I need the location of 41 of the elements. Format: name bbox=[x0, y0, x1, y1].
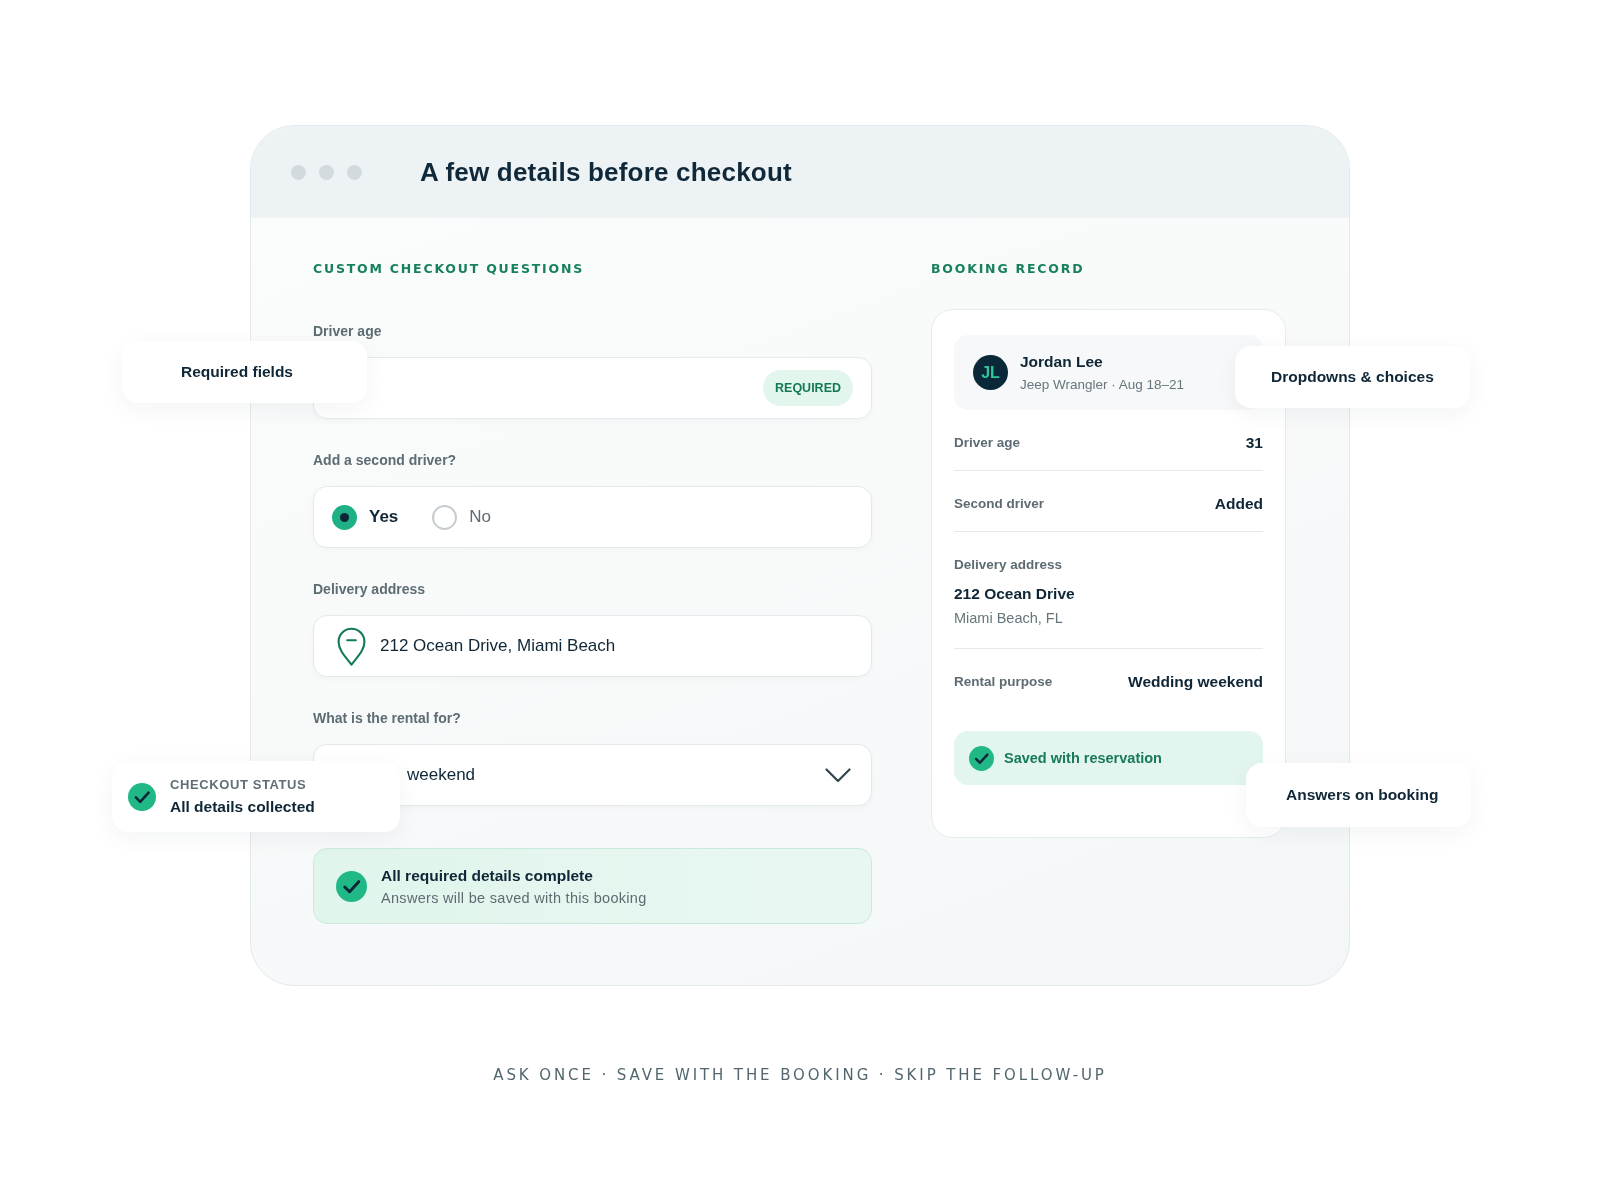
banner-title: All required details complete bbox=[381, 866, 594, 885]
customer-details: Jeep Wrangler · Aug 18–21 bbox=[1020, 377, 1185, 392]
window-dot-icon bbox=[347, 164, 362, 180]
window-dot-icon bbox=[291, 164, 306, 180]
record-value: Added bbox=[1214, 494, 1263, 514]
record-label: Second driver bbox=[954, 495, 1045, 513]
field-label: Driver age bbox=[313, 322, 382, 340]
check-circle-icon bbox=[336, 870, 367, 902]
record-value: 31 bbox=[1245, 433, 1263, 453]
callout-text: Answers on booking bbox=[1286, 786, 1439, 804]
check-circle-icon bbox=[969, 745, 994, 771]
callout-text: Dropdowns & choices bbox=[1271, 368, 1434, 386]
tagline: ASK ONCE · SAVE WITH THE BOOKING · SKIP THE FOLLOW-UP bbox=[493, 1066, 1107, 1084]
field-label: What is the rental for? bbox=[313, 709, 461, 727]
record-label: Delivery address bbox=[954, 556, 1063, 574]
window-title: A few details before checkout bbox=[420, 156, 792, 188]
window-dot-icon bbox=[319, 164, 334, 180]
record-value: 212 Ocean Drive bbox=[954, 584, 1075, 604]
map-pin-icon bbox=[336, 625, 367, 667]
banner-subtitle: Answers will be saved with this booking bbox=[381, 889, 647, 906]
callout-text: Required fields bbox=[181, 363, 293, 381]
callout-text: All details collected bbox=[170, 798, 315, 816]
field-label: Delivery address bbox=[313, 580, 426, 598]
input-field[interactable]: REQUIRED bbox=[313, 357, 872, 419]
record-value: Wedding weekend bbox=[1128, 672, 1263, 692]
section-heading: BOOKING RECORD bbox=[931, 261, 1085, 277]
record-label: Rental purpose bbox=[954, 673, 1053, 691]
radio-option[interactable]: Yes bbox=[332, 504, 399, 530]
field-label: Add a second driver? bbox=[313, 451, 457, 469]
record-detail: Miami Beach, FL bbox=[954, 609, 1063, 628]
radio-option[interactable]: No bbox=[432, 504, 492, 530]
saved-text: Saved with reservation bbox=[1004, 750, 1162, 766]
callout-eyebrow: CHECKOUT STATUS bbox=[170, 777, 308, 792]
avatar: JL bbox=[973, 355, 1008, 390]
chevron-down-icon bbox=[825, 767, 851, 783]
address-field[interactable]: 212 Ocean Drive, Miami Beach bbox=[313, 615, 872, 677]
record-label: Driver age bbox=[954, 434, 1021, 452]
section-heading: CUSTOM CHECKOUT QUESTIONS bbox=[313, 261, 584, 277]
required-badge: REQUIRED bbox=[763, 370, 853, 406]
check-circle-icon bbox=[128, 782, 156, 811]
customer-name: Jordan Lee bbox=[1020, 353, 1104, 371]
